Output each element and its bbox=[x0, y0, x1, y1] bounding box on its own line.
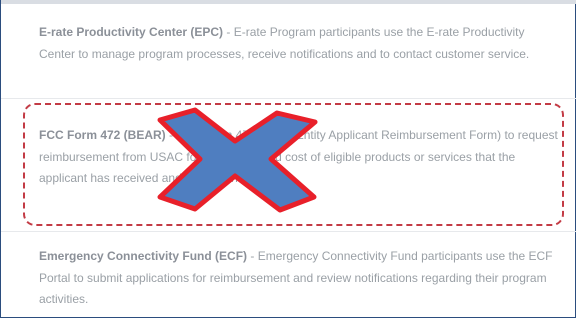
portal-links-panel: E-rate Productivity Center (EPC) - E-rat… bbox=[0, 0, 576, 318]
x-mark-icon bbox=[157, 107, 318, 213]
